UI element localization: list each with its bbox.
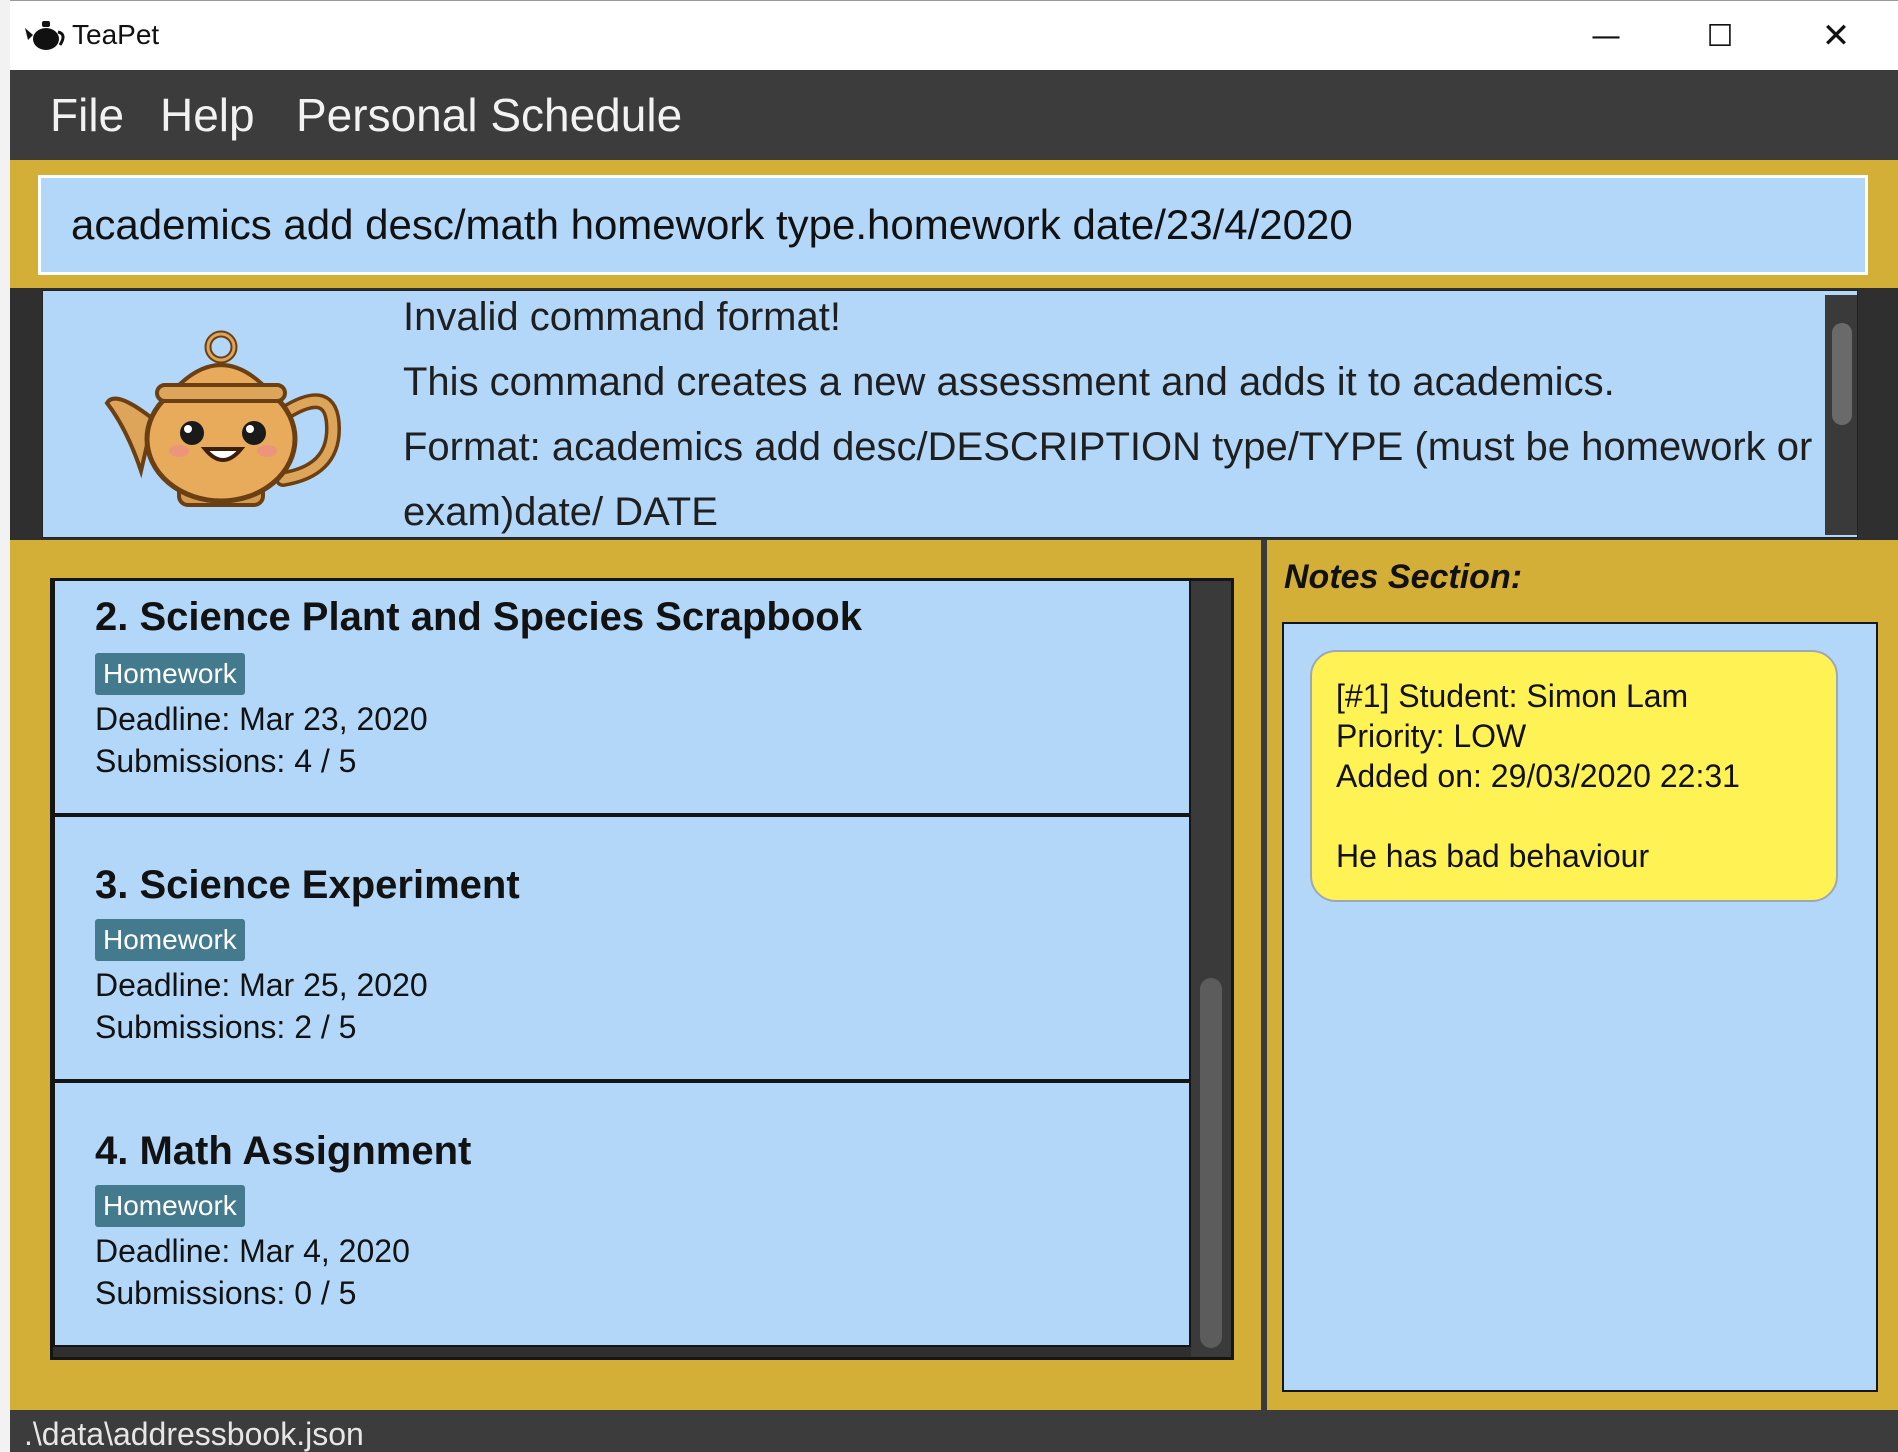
menu-help[interactable]: Help <box>160 88 255 142</box>
teapot-icon <box>25 21 65 50</box>
menu-bar: File Help Personal Schedule <box>10 70 1898 160</box>
result-line-2: This command creates a new assessment an… <box>403 360 1615 404</box>
note-card[interactable]: [#1] Student: Simon Lam Priority: LOW Ad… <box>1310 650 1838 902</box>
result-line-3: Format: academics add desc/DESCRIPTION t… <box>403 425 1813 534</box>
assessment-submissions: Submissions: 4 / 5 <box>95 743 357 779</box>
command-box <box>38 175 1868 275</box>
assessment-type-tag: Homework <box>95 653 245 695</box>
notes-panel: [#1] Student: Simon Lam Priority: LOW Ad… <box>1282 622 1878 1392</box>
panel-divider[interactable] <box>1261 540 1267 1410</box>
notes-section-title: Notes Section: <box>1284 558 1523 596</box>
assessment-submissions: Submissions: 2 / 5 <box>95 1009 357 1045</box>
assessment-title: 4. Math Assignment <box>95 1129 472 1173</box>
app-window: TeaPet — ☐ ✕ File Help Personal Schedule <box>10 0 1898 1452</box>
result-line-1: Invalid command format! <box>403 295 841 339</box>
title-bar: TeaPet — ☐ ✕ <box>10 0 1898 70</box>
result-scroll-thumb[interactable] <box>1832 323 1852 425</box>
teapot-mascot-icon <box>104 330 341 507</box>
close-button[interactable]: ✕ <box>1780 1 1892 71</box>
result-scrollbar[interactable] <box>1825 295 1857 535</box>
window-title: TeaPet <box>72 19 160 50</box>
assessment-card[interactable]: 2. Science Plant and Species Scrapbook H… <box>53 581 1191 815</box>
assessment-title: 2. Science Plant and Species Scrapbook <box>95 595 862 639</box>
assessment-card[interactable]: 4. Math Assignment Homework Deadline: Ma… <box>53 1081 1191 1347</box>
menu-file[interactable]: File <box>50 88 124 142</box>
assessment-deadline: Deadline: Mar 23, 2020 <box>95 701 428 737</box>
assessment-list-items: 2. Science Plant and Species Scrapbook H… <box>53 581 1191 1357</box>
command-input[interactable] <box>41 178 1865 272</box>
assessment-type-tag: Homework <box>95 1185 245 1227</box>
result-display-container: Invalid command format! This command cre… <box>10 288 1898 540</box>
assessment-deadline: Deadline: Mar 25, 2020 <box>95 967 428 1003</box>
menu-personal-schedule[interactable]: Personal Schedule <box>296 88 682 142</box>
assessment-list: 2. Science Plant and Species Scrapbook H… <box>50 578 1234 1360</box>
assessment-submissions: Submissions: 0 / 5 <box>95 1275 357 1311</box>
assessment-title: 3. Science Experiment <box>95 863 520 907</box>
desktop-background <box>0 0 10 1452</box>
main-content: 2. Science Plant and Species Scrapbook H… <box>10 540 1898 1410</box>
result-display: Invalid command format! This command cre… <box>42 290 1858 538</box>
result-message: Invalid command format! This command cre… <box>403 291 1823 537</box>
assessment-list-scrollbar[interactable] <box>1191 581 1231 1357</box>
maximize-button[interactable]: ☐ <box>1664 1 1776 71</box>
assessment-deadline: Deadline: Mar 4, 2020 <box>95 1233 410 1269</box>
status-file-path: .\data\addressbook.json <box>24 1416 364 1452</box>
assessment-card[interactable]: 3. Science Experiment Homework Deadline:… <box>53 815 1191 1081</box>
status-bar: .\data\addressbook.json <box>10 1410 1898 1452</box>
assessment-type-tag: Homework <box>95 919 245 961</box>
assessment-list-scroll-thumb[interactable] <box>1200 978 1222 1348</box>
minimize-button[interactable]: — <box>1550 1 1662 71</box>
